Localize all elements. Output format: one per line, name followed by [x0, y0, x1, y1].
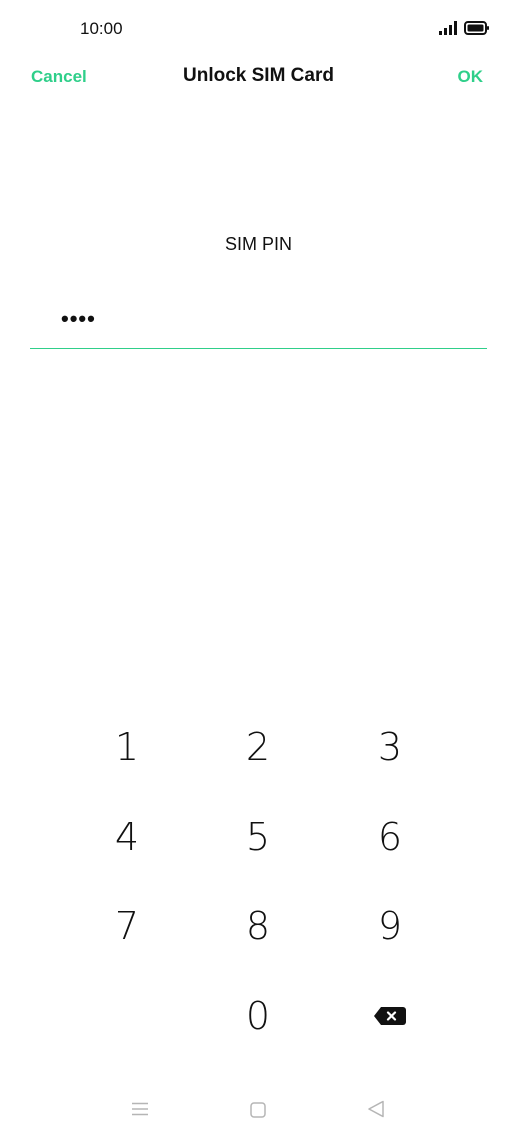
battery-icon	[464, 21, 489, 35]
status-bar: 10:00	[0, 0, 517, 58]
key-0[interactable]: 0	[198, 976, 318, 1056]
key-9[interactable]: 9	[330, 886, 450, 966]
page-title: Unlock SIM Card	[183, 65, 334, 86]
backspace-button[interactable]	[330, 976, 450, 1056]
key-1[interactable]: 1	[67, 707, 187, 787]
navigation-bar	[0, 1090, 517, 1130]
key-7[interactable]: 7	[67, 886, 187, 966]
signal-icon	[439, 21, 457, 35]
home-icon[interactable]	[250, 1102, 266, 1118]
key-2[interactable]: 2	[198, 707, 318, 787]
key-3[interactable]: 3	[330, 707, 450, 787]
sim-pin-input[interactable]: ••••	[30, 300, 487, 349]
sim-pin-label: SIM PIN	[224, 234, 292, 254]
numeric-keypad: 1 2 3 4 5 6 7 8 9 0	[0, 700, 517, 1060]
back-icon[interactable]	[367, 1100, 385, 1118]
key-4[interactable]: 4	[67, 797, 187, 877]
backspace-icon	[374, 1007, 406, 1025]
key-5[interactable]: 5	[198, 797, 318, 877]
key-8[interactable]: 8	[198, 886, 318, 966]
key-6[interactable]: 6	[330, 797, 450, 877]
ok-button[interactable]: OK	[458, 67, 484, 87]
menu-icon[interactable]	[131, 1102, 149, 1116]
pin-masked-value: ••••	[61, 306, 96, 331]
status-time: 10:00	[80, 19, 123, 38]
header: Cancel Unlock SIM Card OK	[0, 58, 517, 96]
